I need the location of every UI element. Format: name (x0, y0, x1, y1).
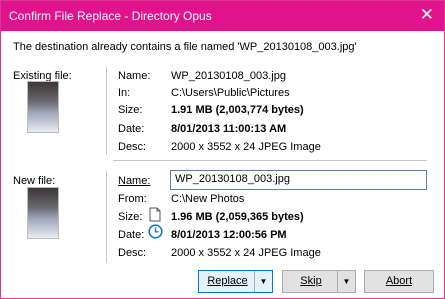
existing-divider (106, 67, 107, 155)
skip-dropdown-icon[interactable]: ▼ (337, 271, 355, 292)
replace-button-label: Replace (207, 275, 248, 287)
close-icon[interactable]: ✕ (420, 6, 434, 23)
skip-button-label: Skip (300, 275, 322, 287)
new-divider (106, 171, 107, 263)
title-bar[interactable]: Confirm File Replace - Directory Opus ✕ (1, 1, 444, 31)
existing-name-value: WP_20130108_003.jpg (171, 70, 286, 82)
abort-button[interactable]: Abort (364, 270, 434, 293)
dialog-window: Confirm File Replace - Directory Opus ✕ … (0, 0, 445, 299)
new-size-label: Size: (118, 211, 143, 223)
new-file-thumbnail (27, 187, 59, 239)
skip-button[interactable]: Skip ▼ (282, 270, 356, 293)
existing-in-value: C:\Users\Public\Pictures (171, 87, 290, 99)
existing-name-label: Name: (118, 70, 151, 82)
existing-desc-label: Desc: (118, 141, 147, 153)
existing-date-label: Date: (118, 123, 145, 135)
replace-message: The destination already contains a file … (13, 41, 357, 53)
new-name-input[interactable]: WP_20130108_003.jpg (170, 170, 427, 190)
new-date-value: 8/01/2013 12:00:56 PM (171, 229, 287, 241)
new-date-label: Date: (118, 229, 145, 241)
clock-icon (148, 224, 163, 239)
replace-button[interactable]: Replace ▼ (198, 270, 273, 293)
new-from-value: C:\New Photos (171, 193, 245, 205)
abort-button-label: Abort (385, 275, 413, 287)
existing-file-thumbnail (27, 81, 59, 133)
existing-size-label: Size: (118, 104, 143, 116)
new-size-value: 1.96 MB (2,059,365 bytes) (171, 211, 304, 223)
file-size-icon (149, 207, 161, 222)
existing-desc-value: 2000 x 3552 x 24 JPEG Image (171, 141, 321, 153)
new-from-label: From: (118, 193, 147, 205)
existing-size-value: 1.91 MB (2,003,774 bytes) (171, 104, 304, 116)
window-title: Confirm File Replace - Directory Opus (9, 9, 212, 23)
existing-in-label: In: (118, 87, 131, 99)
new-name-label: Name: (118, 175, 151, 187)
new-desc-value: 2000 x 3552 x 24 JPEG Image (171, 247, 321, 259)
existing-date-value: 8/01/2013 11:00:13 AM (171, 123, 287, 135)
replace-dropdown-icon[interactable]: ▼ (254, 271, 272, 292)
new-file-label: New file: (13, 175, 56, 187)
new-desc-label: Desc: (118, 247, 147, 259)
section-separator (113, 160, 427, 161)
